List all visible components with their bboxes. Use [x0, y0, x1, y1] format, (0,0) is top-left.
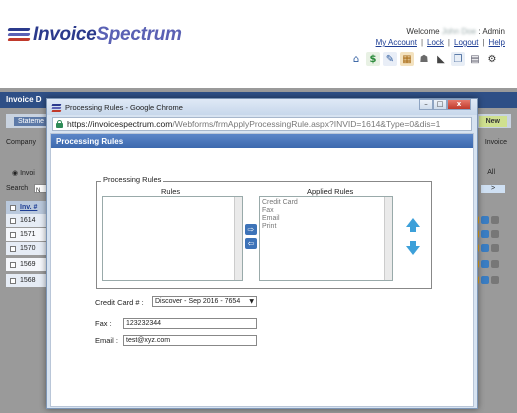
popup-content: Processing Rules Processing Rules Rules …	[50, 133, 474, 407]
table-row[interactable]: 1569	[6, 258, 48, 271]
minimize-button[interactable]: –	[419, 99, 433, 110]
edit-document-icon[interactable]: ✎	[383, 52, 397, 66]
users-icon[interactable]: ☗	[417, 52, 431, 66]
toolbar: ⌂ $ ✎ ▦ ☗ ◣ ❐ ▤ ⚙	[349, 52, 499, 66]
arrow-down-icon	[406, 246, 420, 255]
panel-title: Processing Rules	[51, 134, 473, 148]
bg-next-button[interactable]: >	[481, 185, 505, 193]
products-icon[interactable]: ▦	[400, 52, 414, 66]
app-favicon-icon	[51, 103, 62, 111]
credit-card-label: Credit Card # :	[95, 298, 144, 307]
list-item[interactable]: Email	[262, 215, 390, 223]
top-links: My Account | Lock | Logout | Help	[375, 38, 505, 47]
applied-rules-label: Applied Rules	[307, 187, 354, 196]
list-item[interactable]: Print	[262, 223, 390, 231]
maximize-button[interactable]: □	[433, 99, 447, 110]
logo-text-spectrum: Spectrum	[96, 24, 182, 45]
bg-invoice-radio[interactable]: ◉ Invoi	[12, 169, 35, 177]
fax-field[interactable]: 123232344	[123, 318, 257, 329]
move-right-button[interactable]: ⇨	[245, 224, 257, 235]
list-item[interactable]: Fax	[262, 207, 390, 215]
applied-rules-scrollbar[interactable]	[384, 197, 392, 280]
address-bar[interactable]: https://invoicespectrum.com/Webforms/frm…	[52, 117, 472, 131]
table-row[interactable]: 1568	[6, 274, 48, 287]
email-label: Email :	[95, 336, 118, 345]
settings-icon[interactable]: ⚙	[485, 52, 499, 66]
bg-statement-tab[interactable]: Stateme	[14, 117, 49, 126]
window-title: Processing Rules - Google Chrome	[65, 102, 183, 112]
processing-rules-window: Processing Rules - Google Chrome – □ x h…	[46, 98, 478, 409]
bg-new-button[interactable]: New	[478, 116, 507, 127]
credit-card-select[interactable]: Discover - Sep 2016 - 7654 ▼	[152, 296, 257, 307]
email-field[interactable]: test@xyz.com	[123, 335, 257, 346]
bg-invoice-label: Invoice	[484, 139, 507, 146]
group-legend: Processing Rules	[101, 175, 164, 184]
lock-link[interactable]: Lock	[427, 38, 444, 47]
logout-link[interactable]: Logout	[454, 38, 478, 47]
table-row[interactable]: 1614	[6, 214, 48, 227]
rules-listbox[interactable]	[102, 196, 243, 281]
bg-all-label: All	[487, 169, 495, 176]
lock-icon	[56, 120, 63, 128]
help-link[interactable]: Help	[489, 38, 505, 47]
url-path: /Webforms/frmApplyProcessingRule.aspx?IN…	[172, 119, 441, 129]
rules-label: Rules	[161, 187, 181, 196]
logo-swoosh-icon	[7, 26, 31, 44]
documents-icon[interactable]: ▤	[468, 52, 482, 66]
table-row[interactable]: 1570	[6, 242, 48, 255]
bg-table-header: Inv. #	[6, 201, 48, 214]
close-button[interactable]: x	[447, 99, 471, 110]
invoice-dollar-icon[interactable]: $	[366, 52, 380, 66]
credit-card-selected: Discover - Sep 2016 - 7654	[155, 298, 241, 305]
app-logo[interactable]: InvoiceSpectrum	[7, 22, 182, 48]
bg-company-label: Company	[6, 139, 36, 146]
move-left-button[interactable]: ⇦	[245, 238, 257, 249]
my-account-link[interactable]: My Account	[376, 38, 417, 47]
table-row[interactable]: 1571	[6, 228, 48, 241]
logo-text-invoice: Invoice	[33, 24, 97, 45]
welcome-text: Welcome John Doe : Admin	[406, 27, 505, 36]
tag-icon[interactable]: ◣	[434, 52, 448, 66]
list-item[interactable]: Credit Card	[262, 199, 390, 207]
fax-label: Fax :	[95, 319, 112, 328]
bg-search-label: Search	[6, 185, 29, 192]
chevron-down-icon: ▼	[249, 298, 254, 305]
applied-rules-listbox[interactable]: Credit Card Fax Email Print	[259, 196, 393, 281]
user-name: John Doe	[441, 27, 477, 36]
url-host: https://invoicespectrum.com	[67, 119, 173, 129]
copy-icon[interactable]: ❐	[451, 52, 465, 66]
window-titlebar[interactable]: Processing Rules - Google Chrome – □ x	[47, 99, 477, 115]
rules-scrollbar[interactable]	[234, 197, 242, 280]
home-icon[interactable]: ⌂	[349, 52, 363, 66]
